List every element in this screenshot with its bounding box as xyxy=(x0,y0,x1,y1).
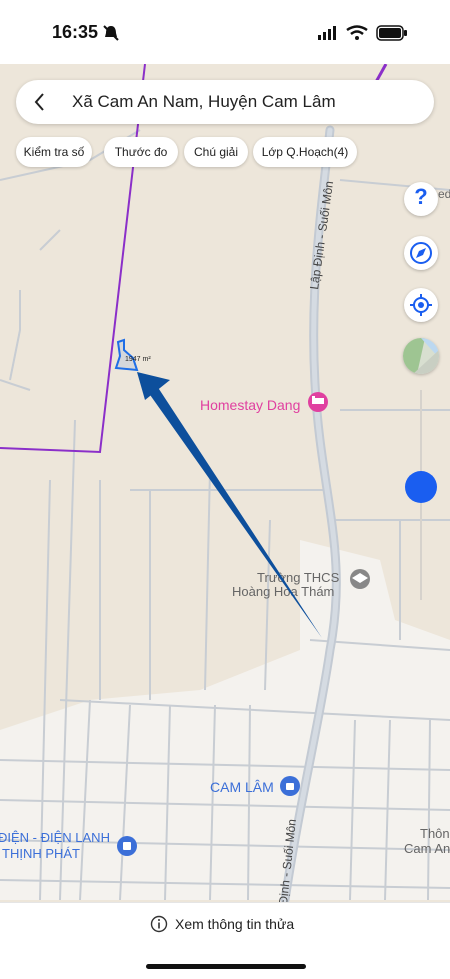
school-icon[interactable] xyxy=(350,569,370,589)
town-label: CAM LÂM xyxy=(210,779,274,795)
edge-label-1: Thôn xyxy=(420,826,450,841)
bell-slash-icon xyxy=(103,25,119,41)
ruler-chip[interactable]: Thước đo xyxy=(104,137,178,167)
help-button[interactable]: ? xyxy=(404,182,438,216)
edge-label-top: ed xyxy=(438,187,450,201)
shop-label-1: ĐIỆN - ĐIỆN LANH xyxy=(0,830,110,845)
wifi-icon xyxy=(346,25,368,40)
battery-icon xyxy=(376,25,407,41)
road-label-top: Lập Định - Suối Môn xyxy=(307,180,336,290)
compass-button[interactable] xyxy=(404,236,438,270)
map-layers-icon xyxy=(403,338,439,374)
help-icon: ? xyxy=(414,184,428,209)
location-target-icon xyxy=(410,294,432,316)
shop-label-2: THỊNH PHÁT xyxy=(2,846,80,861)
view-parcel-info-link[interactable]: Xem thông tin thửa xyxy=(175,916,294,932)
status-time: 16:35 xyxy=(52,22,99,42)
zoom-slider-knob[interactable] xyxy=(405,471,437,503)
map-layer-button[interactable] xyxy=(403,338,439,374)
location-title: Xã Cam An Nam, Huyện Cam Lâm xyxy=(72,92,336,111)
land-parcel[interactable] xyxy=(114,338,139,372)
parcel-area-label: 1947 m² xyxy=(125,356,151,363)
planning-layer-chip[interactable]: Lớp Q.Hoạch(4) xyxy=(253,137,357,167)
hotel-icon[interactable] xyxy=(308,392,328,412)
school-label-1: Trường THCS xyxy=(257,570,340,585)
home-indicator xyxy=(146,964,306,969)
legend-chip[interactable]: Chú giải xyxy=(184,137,248,167)
signal-icon xyxy=(318,26,336,40)
edge-label-2: Cam An xyxy=(404,841,450,856)
shopping-icon[interactable] xyxy=(280,776,300,796)
school-label-2: Hoàng Hoa Thám xyxy=(232,584,334,599)
back-chevron-icon[interactable] xyxy=(30,91,50,113)
compass-icon xyxy=(410,242,432,264)
location-header[interactable]: Xã Cam An Nam, Huyện Cam Lâm xyxy=(16,80,434,124)
info-icon xyxy=(150,915,168,933)
homestay-label: Homestay Dang xyxy=(200,397,300,413)
check-number-chip[interactable]: Kiểm tra số xyxy=(16,137,92,167)
locate-button[interactable] xyxy=(404,288,438,322)
status-bar: 16:35 xyxy=(0,0,450,64)
store-icon[interactable] xyxy=(117,836,137,856)
